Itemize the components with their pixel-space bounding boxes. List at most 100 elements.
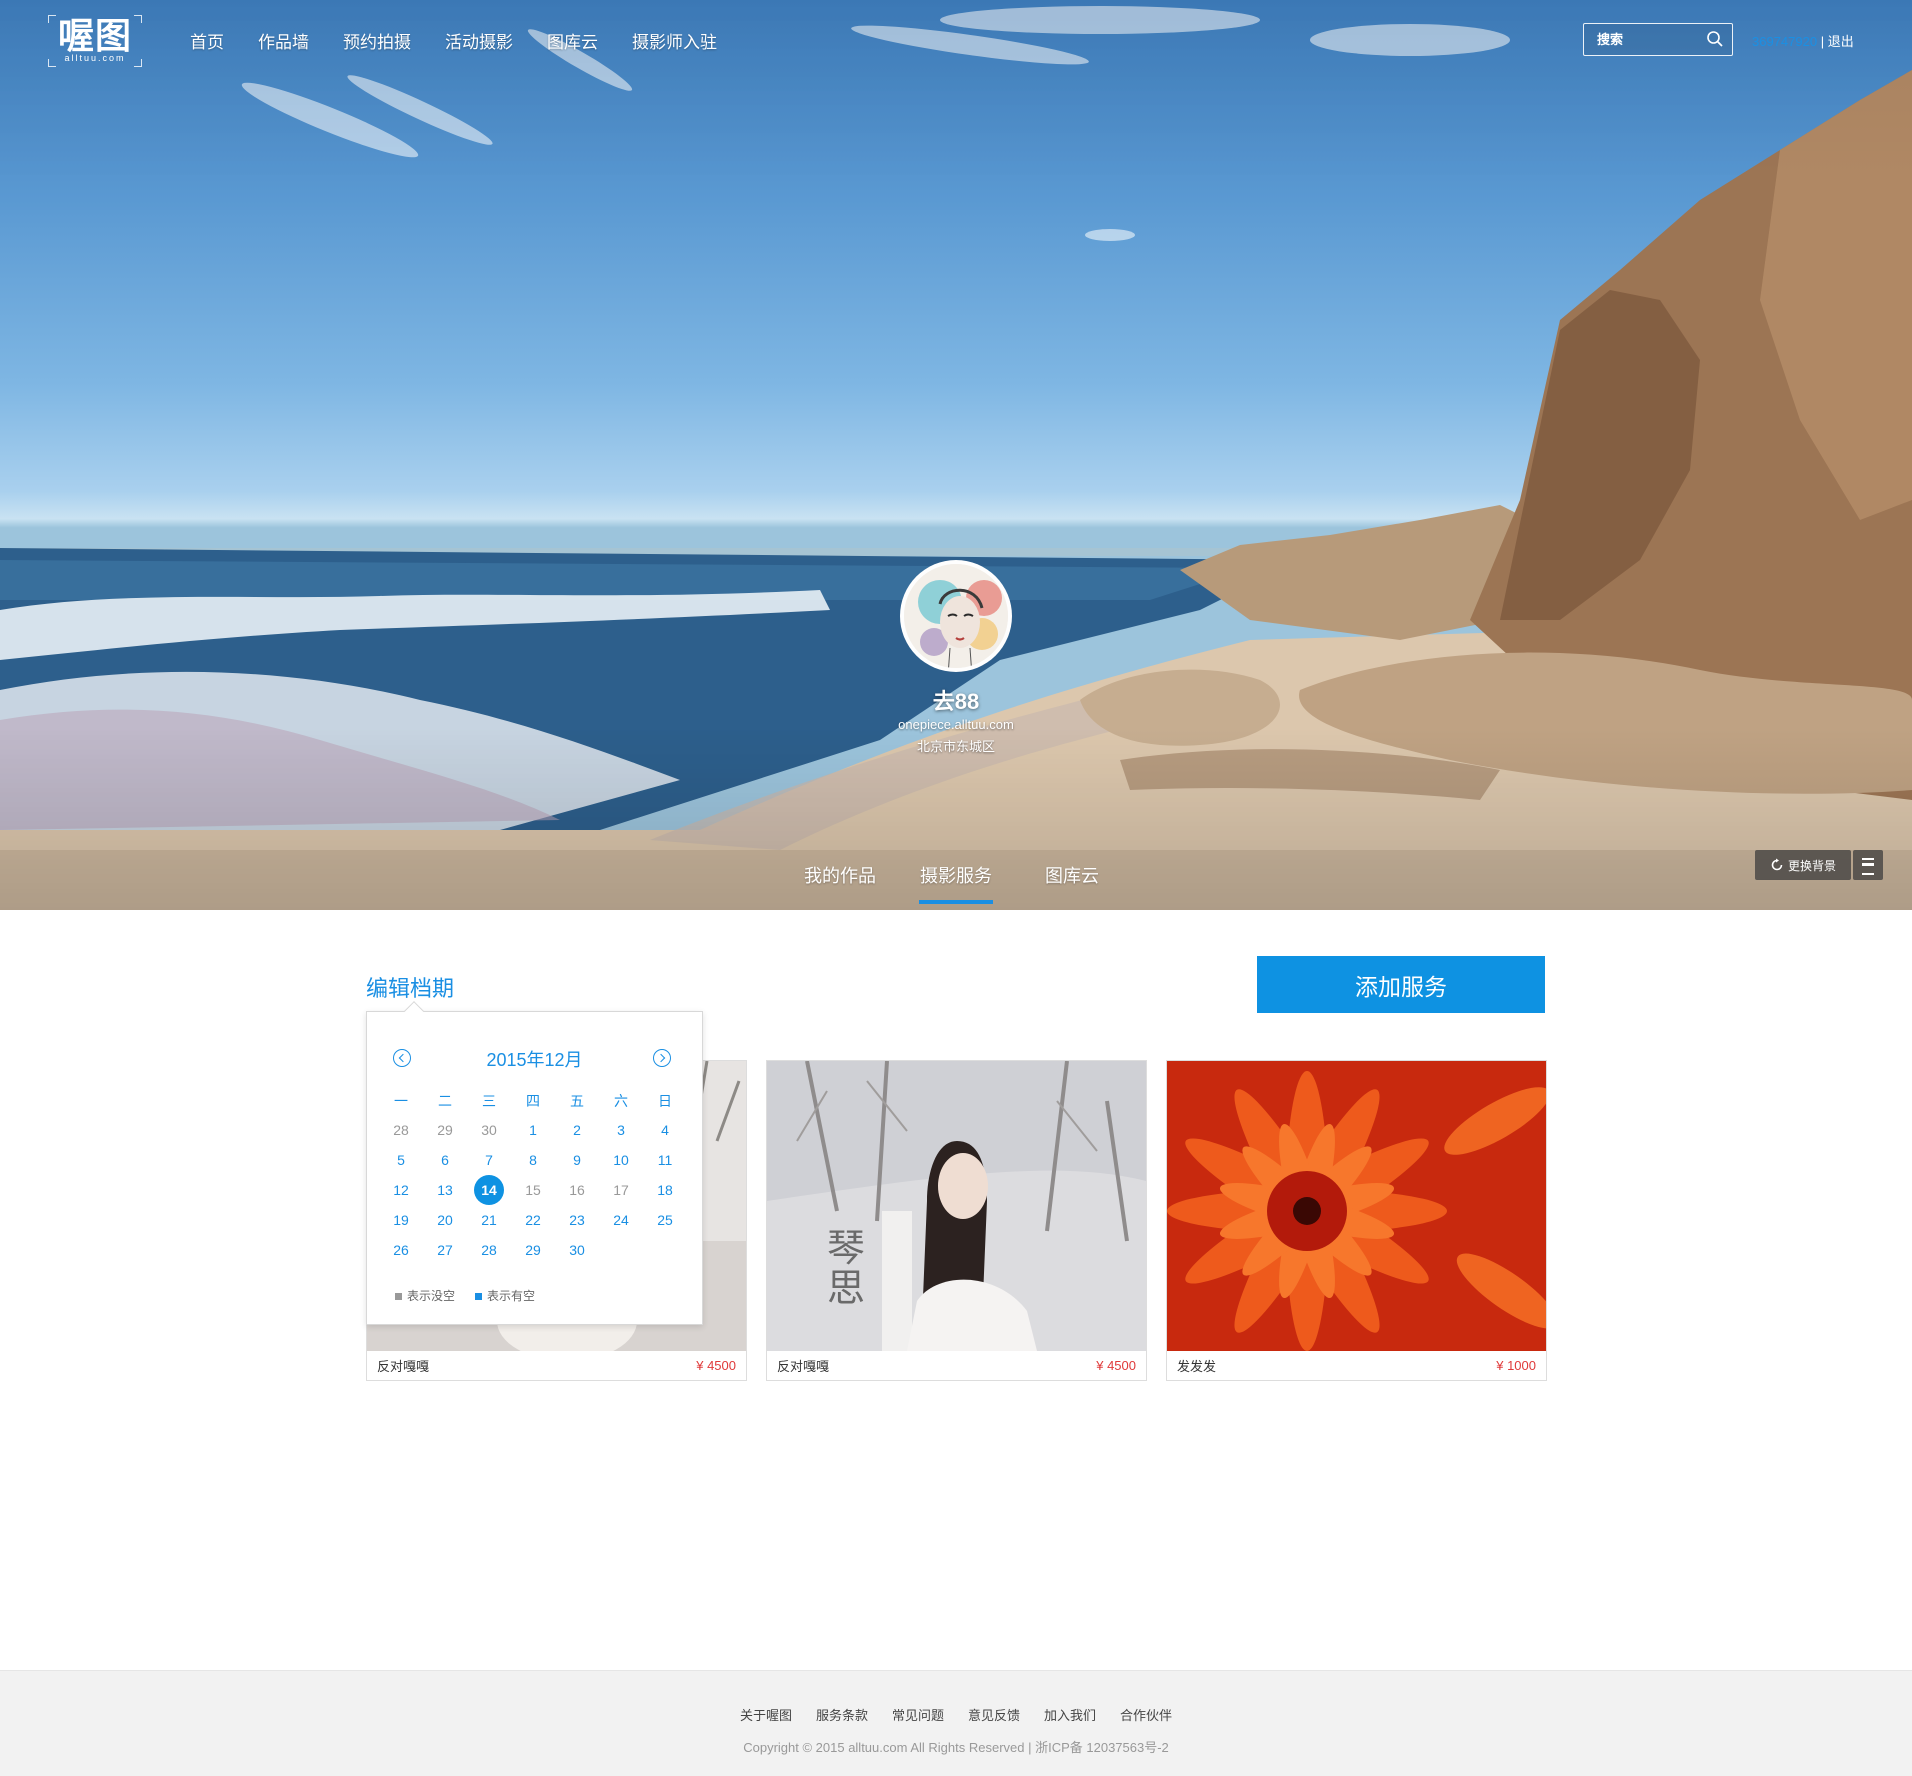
calendar-day[interactable]: 28 [379, 1115, 423, 1145]
main-nav: 首页 作品墙 预约拍摄 活动摄影 图库云 摄影师入驻 [190, 28, 717, 53]
calendar-day[interactable]: 22 [511, 1205, 555, 1235]
profile-name: 去88 [932, 689, 980, 714]
footer-links: 关于喔图 服务条款 常见问题 意见反馈 加入我们 合作伙伴 [0, 1705, 1912, 1724]
user-bar: 369747920 | 退出 [1752, 31, 1854, 50]
service-card[interactable]: 发发发 ¥ 1000 [1166, 1060, 1547, 1381]
service-price: ¥ 4500 [1096, 1358, 1136, 1373]
next-month-icon[interactable] [653, 1049, 671, 1067]
calendar-day[interactable]: 16 [555, 1175, 599, 1205]
calendar-day[interactable]: 4 [643, 1115, 687, 1145]
calendar-legend: 表示没空 表示有空 [395, 1287, 535, 1304]
calendar-day[interactable]: 1 [511, 1115, 555, 1145]
calendar-day[interactable]: 12 [379, 1175, 423, 1205]
service-price: ¥ 4500 [696, 1358, 736, 1373]
service-title: 反对嘎嘎 [377, 1359, 430, 1374]
edit-schedule-title[interactable]: 编辑档期 [366, 971, 454, 1003]
add-service-button[interactable]: 添加服务 [1257, 956, 1545, 1013]
calendar-day[interactable]: 27 [423, 1235, 467, 1265]
calendar-day[interactable]: 17 [599, 1175, 643, 1205]
user-id-link[interactable]: 369747920 [1752, 34, 1817, 49]
refresh-icon [1771, 858, 1783, 871]
calendar-day[interactable]: 29 [423, 1115, 467, 1145]
calendar-day[interactable]: 21 [467, 1205, 511, 1235]
footer-link-terms[interactable]: 服务条款 [816, 1705, 868, 1724]
calendar-day[interactable]: 26 [379, 1235, 423, 1265]
calendar-week-row: 28 29 30 1 2 3 4 [379, 1115, 687, 1145]
footer-link-feedback[interactable]: 意见反馈 [968, 1705, 1020, 1724]
calendar-day[interactable]: 15 [511, 1175, 555, 1205]
logo[interactable]: 喔图 alltuu.com [48, 15, 142, 67]
calendar-day[interactable]: 30 [555, 1235, 599, 1265]
tab-my-works[interactable]: 我的作品 [803, 862, 877, 902]
calendar-day[interactable]: 9 [555, 1145, 599, 1175]
calendar-day[interactable]: 24 [599, 1205, 643, 1235]
profile-site[interactable]: onepiece.alltuu.com [0, 717, 1912, 732]
logout-link[interactable]: 退出 [1828, 34, 1854, 49]
calendar-day[interactable]: 18 [643, 1175, 687, 1205]
footer-link-faq[interactable]: 常见问题 [892, 1705, 944, 1724]
schedule-calendar: 2015年12月 一二三四五六日 28 29 30 1 2 3 4 5 6 7 8 9 10 11 12 13… [366, 1001, 703, 1325]
selected-day-marker[interactable]: 14 [474, 1175, 504, 1205]
calendar-day[interactable]: 29 [511, 1235, 555, 1265]
calendar-week-row: 12 13 14 15 16 17 18 [379, 1175, 687, 1205]
background-gallery-icon[interactable] [1853, 850, 1883, 880]
service-card-image: 琴 思 [767, 1061, 1146, 1351]
calendar-day [599, 1235, 643, 1265]
service-card[interactable]: 琴 思 反对嘎嘎 ¥ 4500 [766, 1060, 1147, 1381]
nav-photographer-join[interactable]: 摄影师入驻 [632, 28, 717, 53]
service-price: ¥ 1000 [1496, 1358, 1536, 1373]
calendar-week-row: 5 6 7 8 9 10 11 [379, 1145, 687, 1175]
weekday-header: 六 [614, 1093, 628, 1109]
footer-link-about[interactable]: 关于喔图 [740, 1705, 792, 1724]
footer-link-join[interactable]: 加入我们 [1044, 1705, 1096, 1724]
calendar-day[interactable]: 20 [423, 1205, 467, 1235]
weekday-header: 五 [570, 1093, 584, 1109]
calendar-day[interactable]: 19 [379, 1205, 423, 1235]
calendar-day[interactable]: 13 [423, 1175, 467, 1205]
nav-book-shoot[interactable]: 预约拍摄 [343, 28, 411, 53]
calendar-day-selected[interactable]: 14 [467, 1175, 511, 1205]
calendar-day[interactable]: 8 [511, 1145, 555, 1175]
logo-text: 喔图 [57, 16, 132, 57]
service-title: 发发发 [1177, 1359, 1217, 1374]
nav-event-photo[interactable]: 活动摄影 [445, 28, 513, 53]
legend-busy: 表示没空 [395, 1287, 455, 1304]
weekday-header: 日 [658, 1093, 672, 1109]
copyright: Copyright © 2015 alltuu.com All Rights R… [743, 1740, 1169, 1755]
service-card-meta: 反对嘎嘎 ¥ 4500 [367, 1351, 746, 1380]
calendar-day[interactable]: 5 [379, 1145, 423, 1175]
search-input[interactable] [1584, 24, 1704, 55]
profile-location: 北京市东城区 [916, 739, 995, 754]
calendar-day[interactable]: 7 [467, 1145, 511, 1175]
calendar-day[interactable]: 25 [643, 1205, 687, 1235]
calendar-week-row: 26 27 28 29 30 [379, 1235, 687, 1265]
footer-link-partners[interactable]: 合作伙伴 [1120, 1705, 1172, 1724]
tab-photo-services[interactable]: 摄影服务 [919, 862, 993, 904]
calendar-grid: 一二三四五六日 28 29 30 1 2 3 4 5 6 7 8 9 10 11 12 13 14 15 16 17 1… [379, 1087, 687, 1265]
profile-tabs: 我的作品 摄影服务 图库云 [0, 862, 1912, 904]
change-background-button[interactable]: 更换背景 [1755, 850, 1851, 880]
nav-gallery-cloud[interactable]: 图库云 [547, 28, 598, 53]
svg-text:思: 思 [827, 1266, 865, 1310]
calendar-week-row: 19 20 21 22 23 24 25 [379, 1205, 687, 1235]
calendar-day[interactable]: 10 [599, 1145, 643, 1175]
tab-gallery-cloud[interactable]: 图库云 [1035, 862, 1109, 902]
search-icon[interactable] [1706, 30, 1724, 48]
calendar-day[interactable]: 2 [555, 1115, 599, 1145]
calendar-day[interactable]: 28 [467, 1235, 511, 1265]
weekday-header: 一 [394, 1093, 408, 1109]
calendar-day[interactable]: 30 [467, 1115, 511, 1145]
search-box [1583, 23, 1733, 56]
nav-works-wall[interactable]: 作品墙 [258, 28, 309, 53]
service-card-image [1167, 1061, 1546, 1351]
calendar-day[interactable]: 23 [555, 1205, 599, 1235]
calendar-day[interactable]: 6 [423, 1145, 467, 1175]
avatar[interactable] [900, 560, 1012, 672]
footer: 关于喔图 服务条款 常见问题 意见反馈 加入我们 合作伙伴 Copyright … [0, 1670, 1912, 1776]
weekday-header: 三 [482, 1093, 496, 1109]
calendar-day[interactable]: 3 [599, 1115, 643, 1145]
nav-home[interactable]: 首页 [190, 28, 224, 53]
calendar-pointer [404, 1001, 424, 1021]
calendar-day[interactable]: 11 [643, 1145, 687, 1175]
svg-text:琴: 琴 [827, 1226, 865, 1270]
